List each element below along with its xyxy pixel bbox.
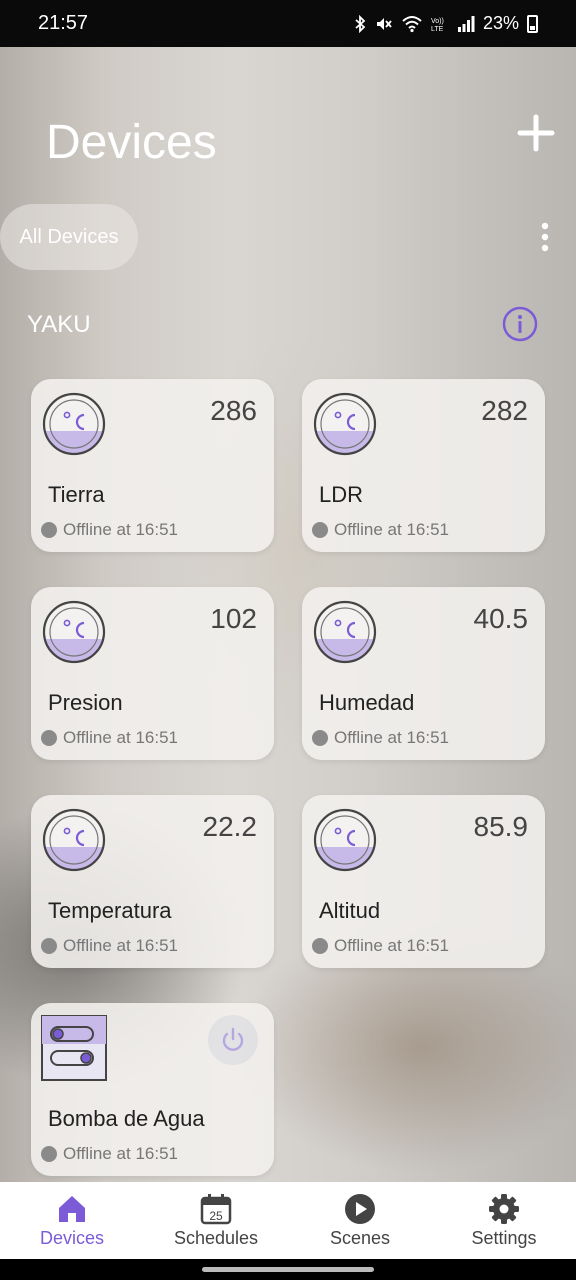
device-status-text: Offline at 16:51 <box>63 728 178 747</box>
device-status: Offline at 16:51 <box>41 936 178 956</box>
battery-percent: 23% <box>482 13 519 33</box>
svg-text:LTE: LTE <box>431 26 444 33</box>
status-bar: 21:57 Vo)) LTE 23% <box>0 0 576 47</box>
nav-settings-label: Settings <box>471 1228 537 1248</box>
thermometer-icon <box>312 391 378 457</box>
nav-settings[interactable]: Settings <box>432 1182 576 1259</box>
device-status: Offline at 16:51 <box>41 1144 178 1164</box>
device-name: LDR <box>319 482 364 507</box>
svg-text:Vo)): Vo)) <box>431 18 444 25</box>
device-name: Temperatura <box>48 898 172 923</box>
device-card-ldr[interactable]: 282 LDR Offline at 16:51 <box>302 379 545 552</box>
room-name: YAKU <box>27 311 91 338</box>
offline-status-dot <box>312 730 328 746</box>
wifi-icon <box>402 15 422 32</box>
device-name: Bomba de Agua <box>48 1106 205 1131</box>
page-title: Devices <box>46 116 217 169</box>
device-status: Offline at 16:51 <box>312 728 449 748</box>
filter-chip-label: All Devices <box>19 225 119 248</box>
device-status: Offline at 16:51 <box>312 936 449 956</box>
device-value: 40.5 <box>473 603 529 634</box>
device-name: Presion <box>48 690 123 715</box>
offline-status-dot <box>41 522 57 538</box>
calendar-icon: 25 <box>200 1194 232 1225</box>
offline-status-dot <box>41 938 57 954</box>
device-value: 22.2 <box>202 811 258 842</box>
power-icon <box>222 1027 244 1051</box>
device-card-presion[interactable]: 102 Presion Offline at 16:51 <box>31 587 274 760</box>
filter-chip-all-devices[interactable]: All Devices <box>0 204 138 270</box>
thermometer-icon <box>41 807 107 873</box>
device-status: Offline at 16:51 <box>41 728 178 748</box>
switch-icon <box>41 1015 107 1081</box>
status-time: 21:57 <box>38 12 89 34</box>
device-value: 286 <box>210 395 257 426</box>
nav-scenes[interactable]: Scenes <box>288 1182 432 1259</box>
thermometer-icon <box>41 391 107 457</box>
nav-scenes-label: Scenes <box>329 1228 391 1248</box>
device-value: 102 <box>210 603 257 634</box>
thermometer-icon <box>312 807 378 873</box>
bluetooth-icon <box>355 14 366 33</box>
home-icon <box>59 1196 85 1222</box>
offline-status-dot <box>312 938 328 954</box>
devices-screen: Devices All Devices YAKU 286 Tierra Offlin… <box>0 47 576 1182</box>
device-status: Offline at 16:51 <box>312 520 449 540</box>
device-status-text: Offline at 16:51 <box>63 936 178 955</box>
nav-schedules-label: Schedules <box>173 1228 259 1248</box>
device-status: Offline at 16:51 <box>41 520 178 540</box>
svg-text:25: 25 <box>209 1209 223 1223</box>
device-status-text: Offline at 16:51 <box>334 520 449 539</box>
device-card-tierra[interactable]: 286 Tierra Offline at 16:51 <box>31 379 274 552</box>
plus-icon <box>517 114 555 152</box>
volte-icon: Vo)) LTE <box>431 18 444 33</box>
status-icons: Vo)) LTE 23% <box>353 13 538 34</box>
bottom-navigation: Devices 25 Schedules Scenes Settings <box>0 1182 576 1259</box>
device-value: 85.9 <box>473 811 529 842</box>
thermometer-icon <box>41 599 107 665</box>
nav-devices[interactable]: Devices <box>0 1182 144 1259</box>
device-status-text: Offline at 16:51 <box>334 936 449 955</box>
offline-status-dot <box>41 730 57 746</box>
device-name: Humedad <box>319 690 415 715</box>
offline-status-dot <box>41 1146 57 1162</box>
gear-icon <box>489 1194 519 1224</box>
device-value: 282 <box>481 395 528 426</box>
add-device-button[interactable] <box>514 111 558 155</box>
device-status-text: Offline at 16:51 <box>63 1144 178 1163</box>
home-gesture-handle[interactable] <box>202 1267 374 1272</box>
device-name: Tierra <box>48 482 105 507</box>
mute-icon <box>376 17 392 30</box>
device-card-temperatura[interactable]: 22.2 Temperatura Offline at 16:51 <box>31 795 274 968</box>
signal-icon <box>457 15 475 32</box>
device-card-humedad[interactable]: 40.5 Humedad Offline at 16:51 <box>302 587 545 760</box>
play-icon <box>345 1194 375 1224</box>
battery-icon <box>527 14 538 33</box>
nav-devices-label: Devices <box>39 1228 105 1248</box>
info-icon <box>502 306 538 342</box>
device-status-text: Offline at 16:51 <box>63 520 178 539</box>
nav-schedules[interactable]: 25 Schedules <box>144 1182 288 1259</box>
more-options-button[interactable] <box>530 217 560 257</box>
offline-status-dot <box>312 522 328 538</box>
more-vertical-icon <box>541 222 549 252</box>
device-name: Altitud <box>319 898 381 923</box>
gesture-bar <box>0 1259 576 1280</box>
thermometer-icon <box>312 599 378 665</box>
power-button[interactable] <box>208 1015 258 1065</box>
device-status-text: Offline at 16:51 <box>334 728 449 747</box>
device-card-altitud[interactable]: 85.9 Altitud Offline at 16:51 <box>302 795 545 968</box>
device-card-bomba-de-agua[interactable]: Bomba de Agua Offline at 16:51 <box>31 1003 274 1176</box>
room-info-button[interactable] <box>502 306 538 342</box>
